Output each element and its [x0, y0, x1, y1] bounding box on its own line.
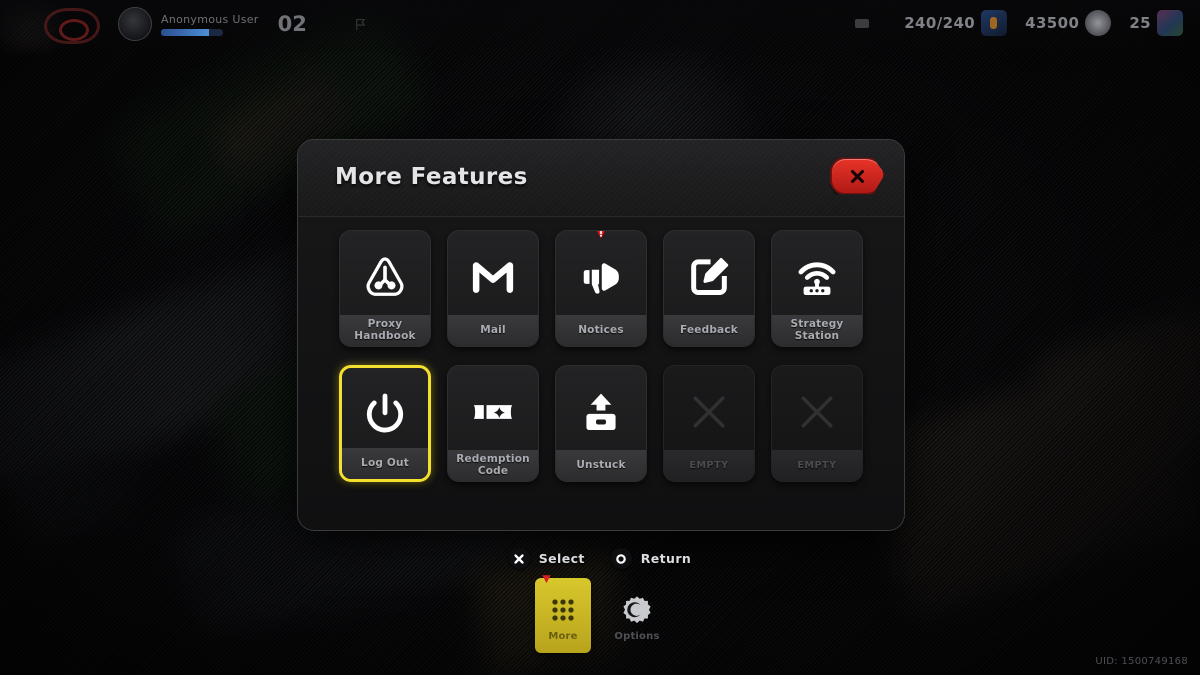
feature-tile-label: Log Out	[342, 448, 428, 479]
cross-button-icon	[508, 548, 530, 569]
feature-tile-strategy-station[interactable]: Strategy Station	[771, 230, 863, 347]
grid-menu-icon	[547, 589, 579, 631]
hint-return: Return	[610, 548, 692, 569]
gear-icon	[621, 589, 653, 631]
feature-tile-redemption-code[interactable]: Redemption Code	[447, 365, 539, 482]
wifi-router-icon	[772, 248, 862, 306]
feature-grid-row: Proxy Handbook Mail Notices Feedback Str…	[328, 230, 874, 347]
feature-tile-empty-slot[interactable]: EMPTY	[771, 365, 863, 482]
ammo-icon	[855, 18, 870, 28]
currency-item[interactable]: 240/240	[897, 10, 1014, 36]
feature-tile-label: EMPTY	[772, 450, 862, 481]
card-currency-icon	[1157, 10, 1183, 36]
player-name: Anonymous User	[161, 12, 259, 26]
empty-slot-x-icon	[772, 383, 862, 441]
power-icon	[342, 385, 428, 443]
mail-icon	[448, 248, 538, 306]
close-x-icon	[850, 169, 865, 183]
hint-label: Select	[538, 551, 585, 566]
dock-notification-badge-icon	[542, 575, 551, 584]
currency-value: 240/240	[904, 14, 976, 32]
close-button[interactable]	[830, 157, 885, 195]
currency-value: 25	[1129, 14, 1151, 32]
empty-slot-x-icon	[664, 383, 754, 441]
pencil-square-icon	[664, 248, 754, 306]
feature-tile-label: Mail	[448, 315, 538, 346]
feature-tile-label: Strategy Station	[772, 315, 862, 346]
circle-button-icon	[610, 548, 632, 569]
dialog-header: More Features	[298, 140, 904, 217]
dock-button-label: Options	[614, 631, 660, 642]
player-info-block[interactable]: Anonymous User 02	[118, 7, 367, 41]
page-title: More Features	[335, 164, 528, 190]
more-features-dialog: More Features Proxy Handbook Mail Notice…	[297, 139, 905, 531]
dialog-body: Proxy Handbook Mail Notices Feedback Str…	[298, 217, 904, 530]
feature-tile-label: Proxy Handbook	[340, 315, 430, 346]
feature-tile-notices[interactable]: Notices	[555, 230, 647, 347]
ticket-star-icon	[448, 383, 538, 441]
uid-label: UID: 1500749168	[1095, 656, 1188, 667]
feature-tile-empty-slot[interactable]: EMPTY	[663, 365, 755, 482]
dock-button-options[interactable]: Options	[609, 578, 665, 653]
bottom-dock: More Options	[0, 575, 1200, 653]
player-xp-bar	[161, 28, 223, 36]
currency-item[interactable]: 43500	[1018, 10, 1118, 36]
proxy-handbook-icon	[340, 248, 430, 306]
player-level: 02	[277, 12, 307, 36]
player-xp-fill	[161, 28, 210, 36]
feature-tile-log-out[interactable]: Log Out	[339, 365, 431, 482]
feature-tile-unstuck[interactable]: Unstuck	[555, 365, 647, 482]
feature-tile-label: EMPTY	[664, 450, 754, 481]
feature-grid-row: Log Out Redemption Code Unstuck EMPTY EM…	[328, 365, 874, 482]
hint-label: Return	[640, 551, 692, 566]
dock-button-more[interactable]: More	[535, 575, 591, 653]
top-hud-bar: Anonymous User 02 240/240 43500 25	[0, 0, 1200, 52]
feature-tile-proxy-handbook[interactable]: Proxy Handbook	[339, 230, 431, 347]
feature-tile-label: Notices	[556, 315, 646, 346]
game-logo-icon	[44, 8, 100, 44]
feature-tile-feedback[interactable]: Feedback	[663, 230, 755, 347]
player-avatar[interactable]	[118, 7, 152, 41]
button-hint-bar: Select Return	[0, 548, 1200, 569]
currency-value: 43500	[1025, 14, 1080, 32]
notification-badge-icon	[596, 231, 606, 240]
currency-item[interactable]: 25	[1122, 10, 1190, 36]
megaphone-icon	[556, 248, 646, 306]
battery-currency-icon	[981, 10, 1008, 36]
dock-button-label: More	[548, 631, 578, 642]
feature-tile-mail[interactable]: Mail	[447, 230, 539, 347]
feature-tile-label: Feedback	[664, 315, 754, 346]
feature-tile-label: Unstuck	[556, 450, 646, 481]
coin-currency-icon	[1085, 10, 1112, 36]
feature-tile-label: Redemption Code	[448, 450, 538, 481]
hint-select: Select	[508, 548, 585, 569]
flag-icon	[356, 18, 366, 30]
currency-row: 240/240 43500 25	[855, 10, 1190, 36]
eject-icon	[556, 383, 646, 441]
